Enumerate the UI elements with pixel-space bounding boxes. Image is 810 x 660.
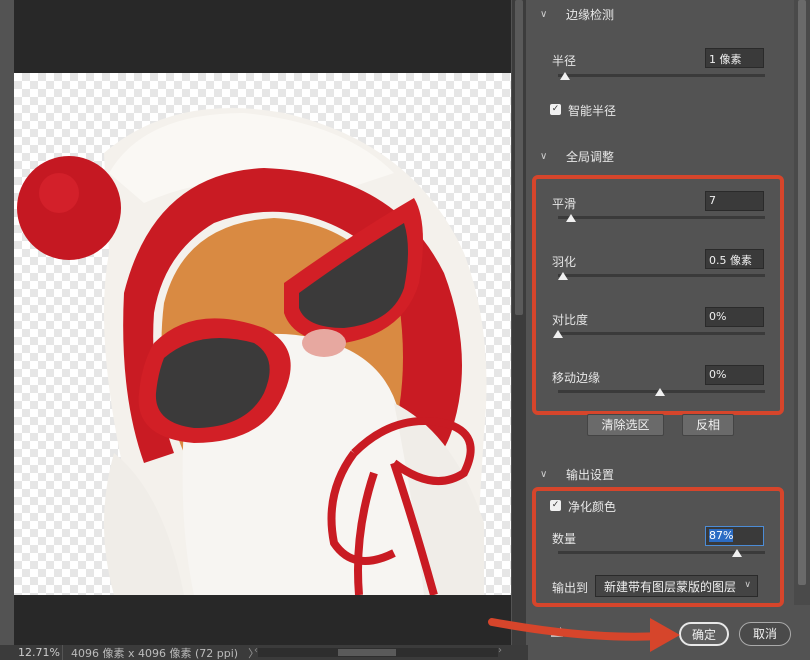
canvas-horizontal-scrollbar[interactable] [258,648,498,657]
radius-slider[interactable] [558,74,765,77]
contrast-slider-thumb[interactable] [553,330,563,338]
shift-edge-label: 移动边缘 [552,371,601,385]
section-output-settings[interactable]: ∨ 输出设置 [540,466,614,483]
smooth-label: 平滑 [552,197,577,211]
amount-input[interactable]: 87% [705,526,764,546]
feather-input[interactable]: 0.5 像素 [705,249,764,269]
scrollbar-thumb[interactable] [338,649,396,656]
cat-photo-image [17,108,487,595]
contrast-input[interactable]: 0% [705,307,764,327]
feather-slider[interactable] [558,274,765,277]
chevron-down-icon: ∨ [540,151,548,162]
canvas-left-margin [0,0,14,645]
invert-button[interactable]: 反相 [682,414,734,436]
chevron-down-icon: ∨ [540,9,548,20]
section-global-refine[interactable]: ∨ 全局调整 [540,148,614,165]
canvas-area: 12.71% 4096 像素 x 4096 像素 (72 ppi) 〉 ‹ › [0,0,528,660]
contrast-slider[interactable] [558,332,765,335]
output-to-select[interactable]: 新建带有图层蒙版的图层 ∨ [595,575,758,597]
amount-slider-thumb[interactable] [732,549,742,557]
scrollbar-thumb[interactable] [798,0,806,585]
smooth-slider[interactable] [558,216,765,219]
decontaminate-colors-label: 净化颜色 [568,500,617,514]
cancel-button[interactable]: 取消 [739,622,791,646]
clear-selection-button[interactable]: 清除选区 [587,414,664,436]
shift-edge-input[interactable]: 0% [705,365,764,385]
zoom-level[interactable]: 12.71% [0,646,62,659]
scroll-right-icon[interactable]: › [498,645,502,656]
ok-button[interactable]: 确定 [679,622,729,646]
smooth-input[interactable]: 7 [705,191,764,211]
decontaminate-colors-checkbox[interactable]: ✓ [550,500,561,511]
contrast-label: 对比度 [552,313,589,327]
smart-radius-label: 智能半径 [568,104,617,118]
section-title: 全局调整 [566,150,615,164]
smart-radius-checkbox[interactable]: ✓ [550,104,561,115]
canvas-vertical-scrollbar[interactable] [512,0,526,645]
chevron-down-icon: ∨ [744,580,751,590]
chevron-down-icon: ∨ [540,469,548,480]
panel-scrollbar[interactable] [794,0,810,605]
radius-input[interactable]: 1 像素 [705,48,764,68]
status-bar: 12.71% 4096 像素 x 4096 像素 (72 ppi) 〉 ‹ › [0,644,528,660]
properties-panel: ∨ 边缘检测 半径 1 像素 ✓ 智能半径 ∨ 全局调整 平滑 7 羽化 0.5… [528,0,810,660]
document-dimensions: 4096 像素 x 4096 像素 (72 ppi) [62,644,238,660]
section-edge-detection[interactable]: ∨ 边缘检测 [540,6,614,23]
output-to-value: 新建带有图层蒙版的图层 [604,580,737,594]
feather-label: 羽化 [552,255,577,269]
refine-brush-icon[interactable] [548,625,568,641]
feather-slider-thumb[interactable] [558,272,568,280]
section-title: 边缘检测 [566,8,615,22]
scrollbar-thumb[interactable] [515,0,523,315]
amount-value-selected: 87% [709,529,734,542]
dialog-footer: 确定 取消 [528,615,810,660]
smooth-slider-thumb[interactable] [566,214,576,222]
radius-slider-thumb[interactable] [560,72,570,80]
image-preview[interactable] [14,73,511,595]
output-to-label: 输出到 [552,581,589,595]
amount-label: 数量 [552,532,577,546]
radius-label: 半径 [552,54,577,68]
shift-edge-slider-thumb[interactable] [655,388,665,396]
section-title: 输出设置 [566,468,615,482]
